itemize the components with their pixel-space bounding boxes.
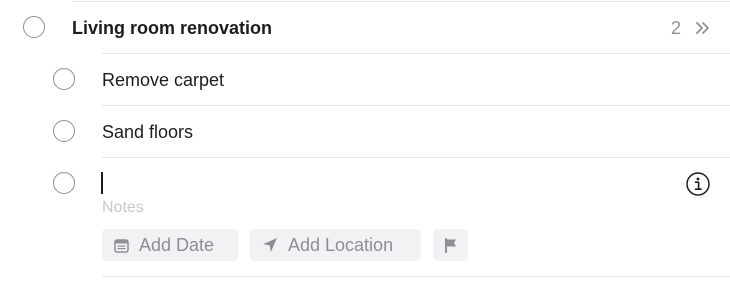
add-location-button[interactable]: Add Location <box>250 229 421 261</box>
new-task-checkbox[interactable] <box>53 172 75 194</box>
add-date-button[interactable]: Add Date <box>102 229 238 261</box>
parent-task-title[interactable]: Living room renovation <box>72 17 272 39</box>
flag-button[interactable] <box>433 229 468 261</box>
add-date-label: Add Date <box>139 235 215 255</box>
subtask-title[interactable]: Sand floors <box>102 121 193 143</box>
bottom-separator <box>102 276 730 277</box>
subtask-title[interactable]: Remove carpet <box>102 69 224 91</box>
subtask-count: 2 <box>671 18 682 38</box>
add-location-label: Add Location <box>288 235 394 255</box>
notes-field[interactable]: Notes <box>102 199 144 217</box>
calendar-icon <box>114 238 129 253</box>
flag-icon <box>444 237 456 253</box>
double-chevron-right-icon[interactable] <box>694 19 712 37</box>
info-icon[interactable] <box>685 171 711 197</box>
separator-after-subtask-1 <box>102 105 730 106</box>
parent-task-checkbox[interactable] <box>23 16 45 38</box>
top-separator <box>72 1 730 2</box>
text-cursor <box>101 172 103 194</box>
new-task-title-input[interactable] <box>102 172 662 194</box>
location-arrow-icon <box>263 238 277 252</box>
subtask-checkbox[interactable] <box>53 68 75 90</box>
separator-after-parent <box>102 53 730 54</box>
separator-after-subtask-2 <box>102 157 730 158</box>
subtask-checkbox[interactable] <box>53 120 75 142</box>
